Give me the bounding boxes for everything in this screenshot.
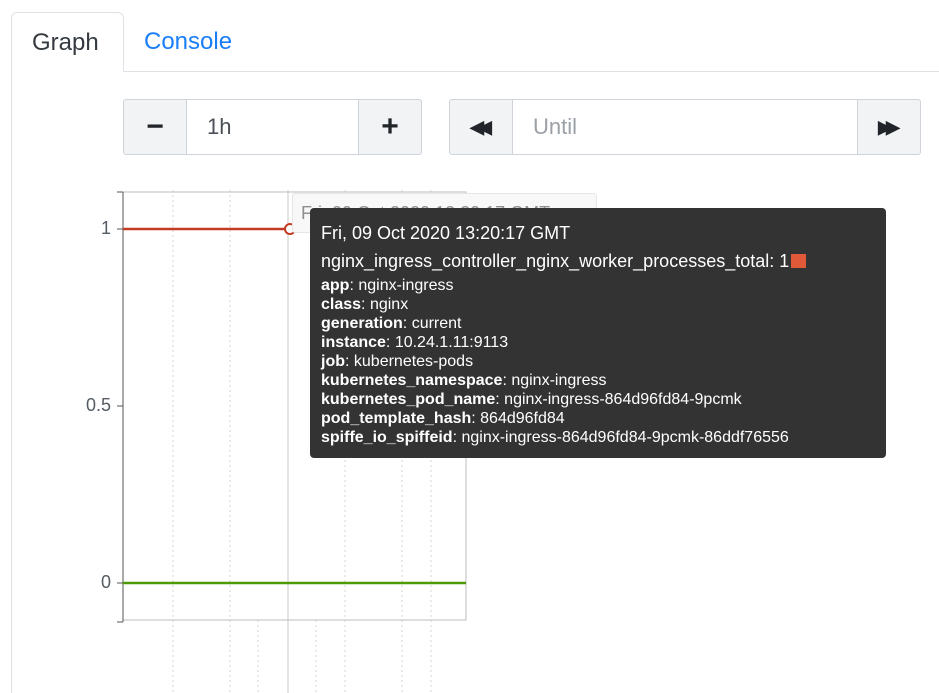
- series-color-swatch: [791, 254, 807, 268]
- until-control: ◀◀ ▶▶: [449, 99, 921, 155]
- tooltip-label: app: nginx-ingress: [321, 276, 875, 295]
- fast-forward-icon: ▶▶: [878, 116, 900, 137]
- y-ticks: [117, 191, 123, 623]
- tooltip-label: generation: current: [321, 314, 875, 333]
- label-value: : 864d96fd84: [471, 410, 565, 427]
- y-tick-label: 1: [100, 218, 111, 238]
- label-key: pod_template_hash: [321, 410, 472, 427]
- increase-range-button[interactable]: +: [358, 99, 422, 155]
- forward-time-button[interactable]: ▶▶: [857, 99, 921, 155]
- label-key: kubernetes_namespace: [321, 372, 503, 389]
- data-tooltip: Fri, 09 Oct 2020 13:20:17 GMT nginx_ingr…: [310, 208, 886, 458]
- tooltip-label: instance: 10.24.1.11:9113: [321, 333, 875, 352]
- rewind-icon: ◀◀: [470, 116, 492, 137]
- label-value: : current: [402, 315, 462, 332]
- label-key: generation: [321, 315, 403, 332]
- label-key: kubernetes_pod_name: [321, 391, 496, 408]
- tooltip-label: class: nginx: [321, 295, 875, 314]
- tooltip-label: pod_template_hash: 864d96fd84: [321, 409, 875, 428]
- tooltip-label: spiffe_io_spiffeid: nginx-ingress-864d96…: [321, 428, 875, 447]
- y-tick-label: 0: [100, 572, 111, 592]
- tooltip-label: job: kubernetes-pods: [321, 352, 875, 371]
- tab-graph[interactable]: Graph: [11, 12, 124, 72]
- label-value: : nginx-ingress-864d96fd84-9pcmk-86ddf76…: [452, 429, 789, 446]
- tab-bar: Graph Console: [0, 0, 939, 72]
- label-key: spiffe_io_spiffeid: [321, 429, 453, 446]
- label-value: : kubernetes-pods: [345, 353, 474, 370]
- label-value: : nginx: [361, 296, 409, 313]
- tooltip-metric-text: nginx_ingress_controller_nginx_worker_pr…: [321, 251, 790, 271]
- label-value: : nginx-ingress: [502, 372, 607, 389]
- decrease-range-button[interactable]: −: [123, 99, 187, 155]
- tooltip-metric: nginx_ingress_controller_nginx_worker_pr…: [321, 250, 875, 272]
- label-key: app: [321, 277, 350, 294]
- label-value: : 10.24.1.11:9113: [385, 334, 509, 351]
- back-time-button[interactable]: ◀◀: [449, 99, 513, 155]
- tooltip-label: kubernetes_pod_name: nginx-ingress-864d9…: [321, 390, 875, 409]
- tooltip-label: kubernetes_namespace: nginx-ingress: [321, 371, 875, 390]
- label-value: : nginx-ingress: [349, 277, 454, 294]
- label-key: instance: [321, 334, 386, 351]
- tooltip-time: Fri, 09 Oct 2020 13:20:17 GMT: [321, 223, 571, 243]
- until-input[interactable]: [513, 99, 857, 155]
- range-input[interactable]: [187, 99, 358, 155]
- tab-console[interactable]: Console: [124, 12, 252, 72]
- minus-icon: −: [146, 110, 164, 143]
- label-value: : nginx-ingress-864d96fd84-9pcmk: [495, 391, 742, 408]
- label-key: job: [321, 353, 345, 370]
- label-key: class: [321, 296, 362, 313]
- range-control: − +: [123, 99, 422, 155]
- plus-icon: +: [381, 110, 399, 143]
- y-tick-label: 0.5: [85, 395, 111, 415]
